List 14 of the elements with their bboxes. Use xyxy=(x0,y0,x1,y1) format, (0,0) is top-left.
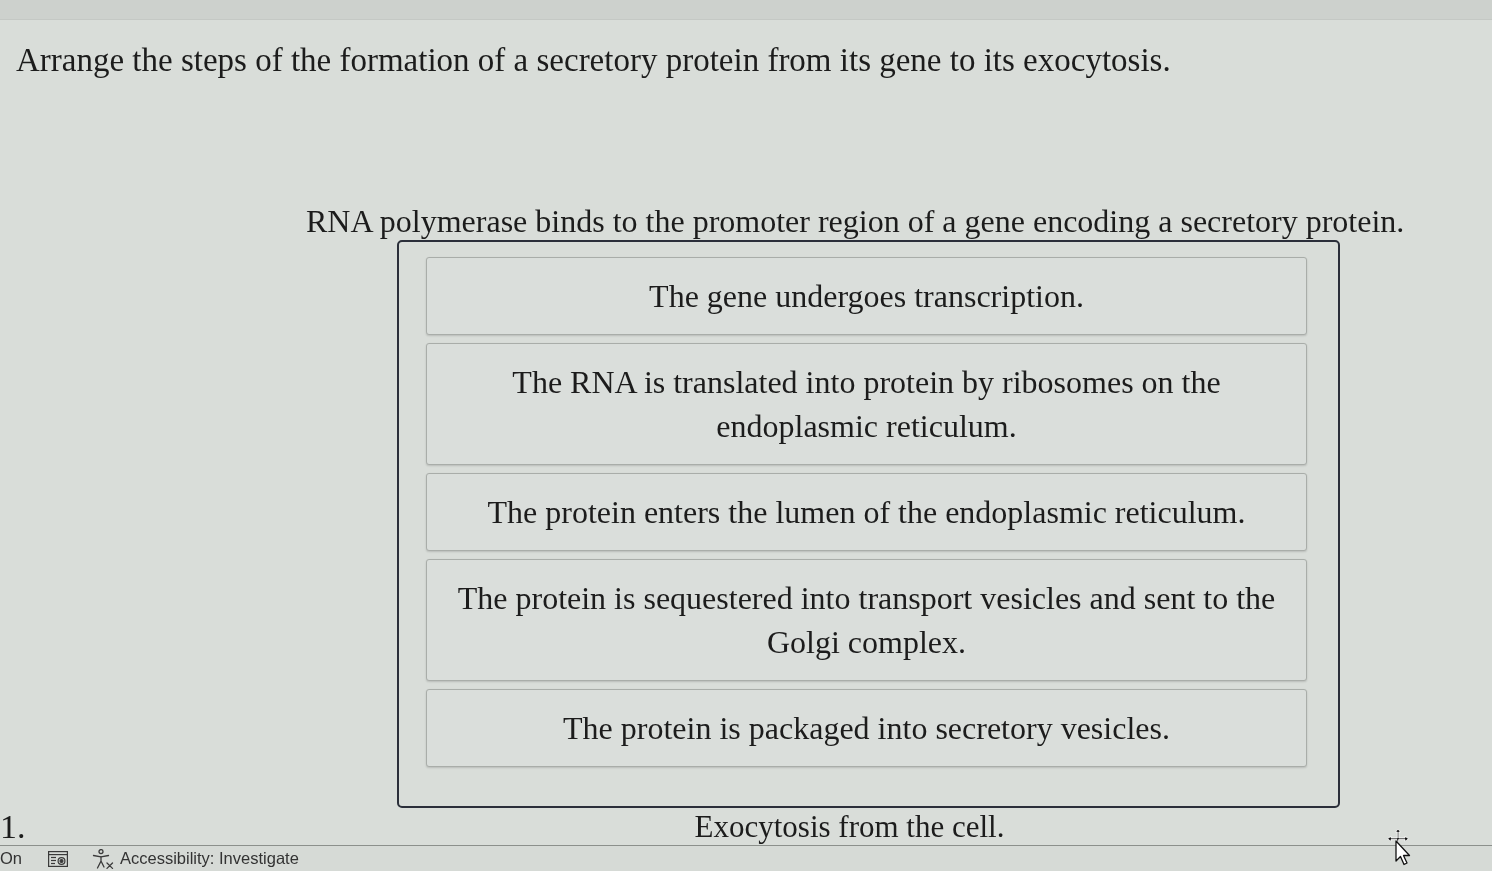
fixed-step-text: RNA polymerase binds to the promoter region of a gene encoding a secretory protein. xyxy=(306,202,1405,240)
step-card[interactable]: The gene undergoes transcription. xyxy=(426,257,1307,335)
item-number: 1. xyxy=(0,809,27,845)
window-settings-icon[interactable] xyxy=(48,850,68,867)
move-cursor-icon xyxy=(1385,828,1413,866)
accessibility-icon xyxy=(92,848,114,869)
question-text: Arrange the steps of the formation of a secretory protein from its gene to its exocytosis. xyxy=(16,41,1171,80)
accessibility-button[interactable]: Accessibility: Investigate xyxy=(92,846,299,871)
fixed-step-text: Exocytosis from the cell. xyxy=(694,809,1005,845)
step-card[interactable]: The protein is sequestered into transport vesicles and sent to the Golgi complex. xyxy=(426,559,1307,681)
step-card[interactable]: The protein enters the lumen of the endoplasmic reticulum. xyxy=(426,473,1307,551)
status-text: On xyxy=(0,848,22,870)
step-card[interactable]: The RNA is translated into protein by ribosomes on the endoplasmic reticulum. xyxy=(426,343,1307,465)
step-card[interactable]: The protein is packaged into secretory vesicles. xyxy=(426,689,1307,767)
